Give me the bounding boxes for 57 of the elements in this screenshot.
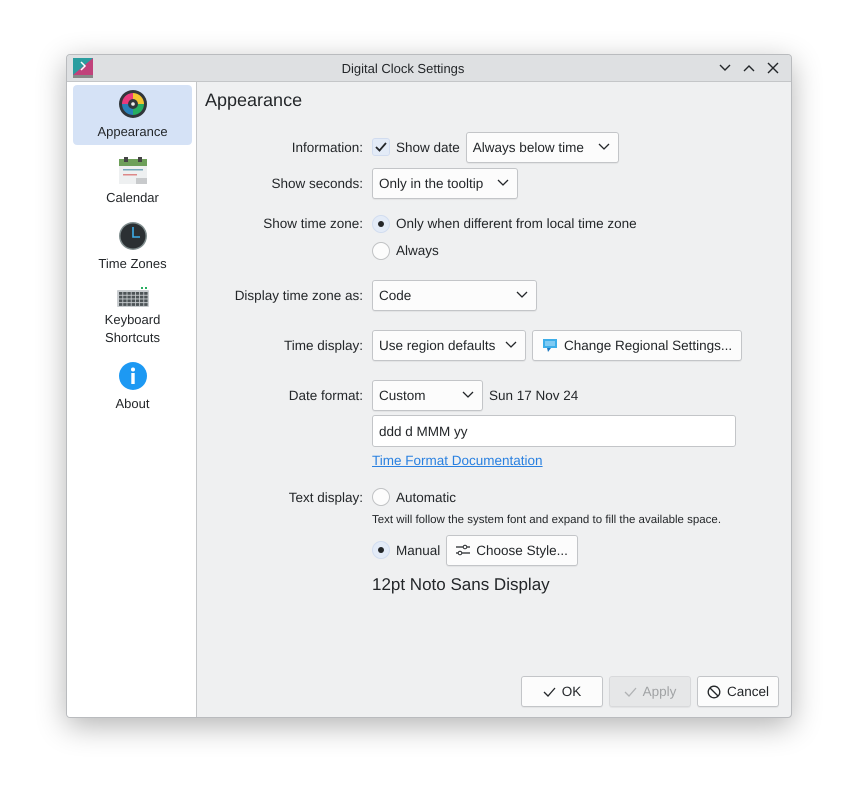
radio-label: Automatic <box>396 490 456 504</box>
sidebar-item[interactable]: Calendar <box>73 151 192 211</box>
field-label: Text display: <box>288 490 364 504</box>
time-zone-format-dropdown[interactable]: Code <box>372 280 537 310</box>
field-label: Time display: <box>282 338 364 352</box>
radio-label: Only when different from local time zone <box>396 216 637 231</box>
color-wheel-icon <box>118 89 148 119</box>
clock-icon <box>118 221 148 251</box>
font-name: 12pt Noto Sans Display <box>372 575 550 595</box>
window-title: Digital Clock Settings <box>340 60 466 76</box>
field-label: Show seconds: <box>270 176 364 190</box>
documentation-link[interactable]: Time Format Documentation <box>372 452 543 468</box>
change-regional-settings-button[interactable]: Change Regional Settings... <box>532 330 742 360</box>
info-icon <box>118 361 148 391</box>
dialog-button[interactable]: Cancel <box>696 676 779 707</box>
sidebar-item[interactable]: Time Zones <box>73 217 192 277</box>
radio-button[interactable] <box>372 488 390 506</box>
checkbox[interactable] <box>372 138 390 156</box>
checkmark-icon <box>624 686 637 696</box>
radio-label: Manual <box>396 542 440 558</box>
sidebar-item[interactable]: About <box>73 357 192 417</box>
time-display-dropdown[interactable]: Use region defaults <box>372 330 526 360</box>
chevron-up-icon <box>743 64 755 72</box>
checkmark-icon <box>542 686 556 696</box>
date-preview: Sun 17 Nov 24 <box>489 388 578 402</box>
chevron-down-icon <box>719 64 731 72</box>
calendar-icon <box>118 155 148 185</box>
field-label: Display time zone as: <box>234 288 364 302</box>
speech-bubble-icon <box>542 337 558 353</box>
sliders-icon <box>456 544 470 556</box>
radio-button[interactable] <box>372 242 390 260</box>
hint-text: Text will follow the system font and expand to fill the available space. <box>372 514 722 526</box>
seconds-dropdown[interactable]: Only in the tooltip <box>372 168 518 198</box>
chevron-down-icon <box>462 391 474 399</box>
radio-label: Always <box>396 243 439 258</box>
field-label: Show time zone: <box>262 216 364 231</box>
cancel-icon <box>706 684 721 698</box>
chevron-down-icon <box>497 179 509 187</box>
chevron-down-icon <box>505 341 517 349</box>
chevron-down-icon <box>598 143 610 151</box>
sidebar-item[interactable]: Appearance <box>73 85 192 145</box>
dialog-button[interactable]: OK <box>520 676 603 707</box>
date-format-dropdown[interactable]: Custom <box>372 380 483 410</box>
choose-style-button[interactable]: Choose Style... <box>446 534 578 566</box>
sidebar-item[interactable]: Keyboard Shortcuts <box>73 283 192 351</box>
field-label: Date format: <box>288 388 364 402</box>
radio-button[interactable] <box>372 541 390 559</box>
date-position-dropdown[interactable]: Always below time <box>466 132 619 162</box>
close-icon <box>767 62 779 74</box>
field-label: Information: <box>290 140 364 154</box>
keyboard-icon <box>116 287 148 307</box>
page-title: Appearance <box>204 90 304 112</box>
date-format-field[interactable]: ddd d MMM yy <box>372 415 736 447</box>
app-icon <box>73 58 93 78</box>
radio-button[interactable] <box>372 214 390 232</box>
checkbox-label: Show date <box>396 140 460 154</box>
chevron-down-icon <box>516 291 528 299</box>
